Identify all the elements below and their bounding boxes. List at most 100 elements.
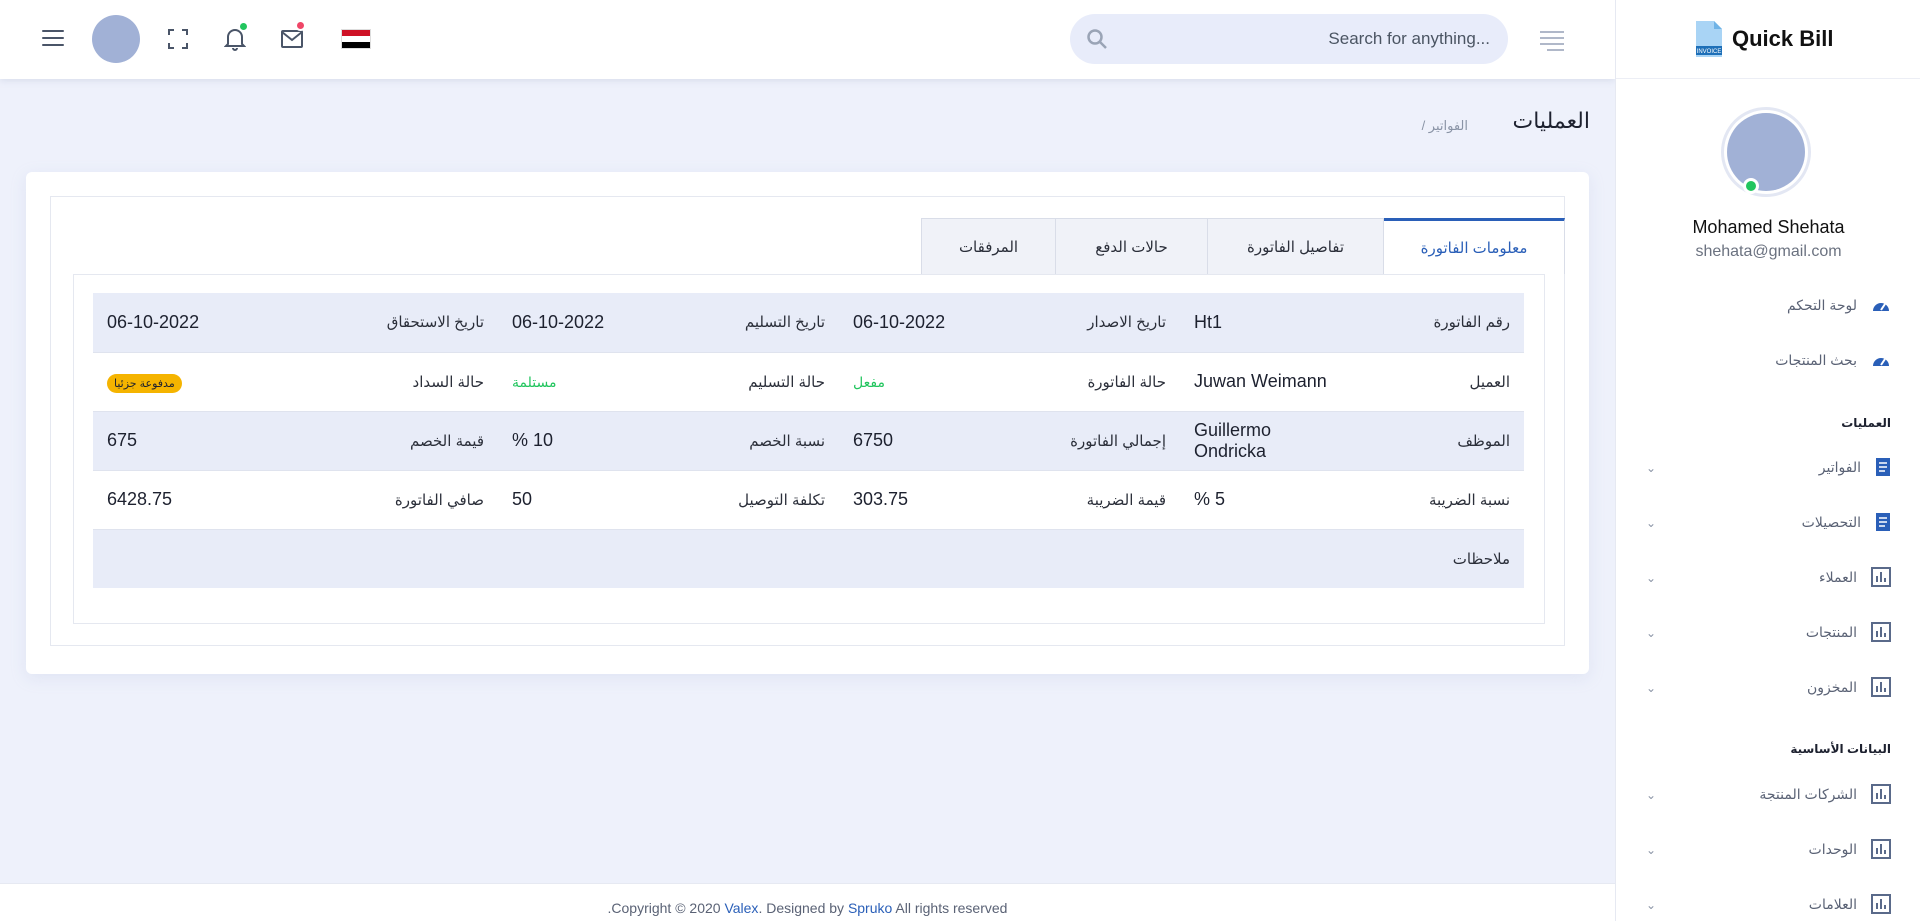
table-row: نسبة الضريبة 5 % قيمة الضريبة 303.75 تكل… [93,470,1524,530]
chart-icon [1871,839,1891,859]
sidebar-item-label: الشركات المنتجة [1759,785,1857,802]
label-discount-rate: نسبة الخصم [672,411,839,471]
chevron-down-icon[interactable]: ⌄ [1646,571,1656,585]
label-payment-status: حالة السداد [322,352,498,412]
sidebar-item-label: التحصيلات [1801,513,1861,530]
align-lines-icon[interactable] [1540,31,1564,55]
mail-dot [295,20,306,31]
table-row: رقم الفاتورة Ht1 تاريخ الاصدار 06-10-202… [93,293,1524,353]
sidebar-item-label: بحث المنتجات [1775,351,1857,368]
brand-name: Quick Bill [1732,26,1834,51]
sidebar-item-inventory[interactable]: المخزون ⌄ [1616,667,1920,707]
sidebar-item-collections[interactable]: التحصيلات ⌄ [1616,502,1920,542]
user-avatar[interactable] [92,15,140,63]
notification-bell-icon[interactable] [222,21,249,52]
tab-invoice-details[interactable]: تفاصيل الفاتورة [1207,218,1384,274]
tab-payment-status[interactable]: حالات الدفع [1055,218,1208,274]
value-invoice-number: Ht1 [1180,293,1357,353]
label-invoice-status: حالة الفاتورة [1014,352,1180,412]
speedometer-icon [1873,358,1889,366]
sidebar-item-product-search[interactable]: بحث المنتجات [1616,340,1920,380]
table-row: ملاحظات [93,529,1524,588]
sidebar-item-dashboard[interactable]: لوحة التحكم [1616,285,1920,325]
sidebar-item-label: المخزون [1806,678,1857,695]
sidebar-item-units[interactable]: الوحدات ⌄ [1616,829,1920,869]
notification-dot [238,21,249,32]
label-issue-date: تاريخ الاصدار [1014,293,1180,353]
value-discount-value: 675 [93,411,322,471]
value-tax-value: 303.75 [839,470,1014,530]
value-invoice-total: 6750 [839,411,1014,471]
tab-invoice-info[interactable]: معلومات الفاتورة [1383,218,1565,274]
online-status-dot [1743,178,1759,194]
chevron-down-icon[interactable]: ⌄ [1646,843,1656,857]
sidebar-item-manufacturers[interactable]: الشركات المنتجة ⌄ [1616,774,1920,814]
language-flag-icon[interactable] [341,29,371,49]
chart-icon [1871,622,1891,642]
brand[interactable]: INVOICE Quick Bill [1694,18,1833,60]
chevron-down-icon[interactable]: ⌄ [1646,788,1656,802]
value-net-total: 6428.75 [93,470,322,530]
page-title: العمليات [1512,108,1590,133]
sidebar-item-label: الوحدات [1808,840,1857,857]
invoice-logo-icon: INVOICE [1696,21,1722,57]
value-delivery-date: 06-10-2022 [498,293,672,353]
breadcrumb[interactable]: / الفواتير [1422,118,1468,134]
chevron-down-icon[interactable]: ⌄ [1646,516,1656,530]
tab-pane-invoice-info: رقم الفاتورة Ht1 تاريخ الاصدار 06-10-202… [73,274,1545,624]
value-discount-rate: 10 % [498,411,672,471]
label-invoice-number: رقم الفاتورة [1357,293,1524,353]
sidebar-item-label: لوحة التحكم [1786,296,1857,313]
status-delivered: مستلمة [512,374,557,390]
valex-link[interactable]: Valex [724,900,758,916]
label-net-total: صافي الفاتورة [322,470,498,530]
sidebar-item-label: الفواتير [1818,458,1861,475]
sidebar-item-invoices[interactable]: الفواتير ⌄ [1616,447,1920,487]
profile-email: shehata@gmail.com [1695,243,1842,260]
chevron-down-icon[interactable]: ⌄ [1646,461,1656,475]
value-tax-rate: 5 % [1180,470,1357,530]
spruko-link[interactable]: Spruko [848,900,892,916]
profile-name: Mohamed Shehata [1692,217,1845,237]
sidebar-item-brands[interactable]: العلامات ⌄ [1616,884,1920,921]
receipt-icon [1876,513,1890,531]
sidebar-item-label: المنتجات [1805,623,1857,640]
receipt-icon [1876,458,1890,476]
tab-attachments[interactable]: المرفقات [921,218,1056,274]
footer: .Copyright © 2020 Valex. Designed by Spr… [0,883,1615,921]
chart-icon [1871,894,1891,914]
status-badge: مدفوعة جزئيا [107,373,182,393]
label-tax-value: قيمة الضريبة [1014,470,1180,530]
mail-icon[interactable] [279,20,306,52]
label-delivery-cost: تكلفة التوصيل [672,470,839,530]
fullscreen-icon[interactable] [165,26,191,52]
label-employee: الموظف [1357,411,1524,471]
chart-icon [1871,784,1891,804]
chevron-down-icon[interactable]: ⌄ [1646,898,1656,912]
chevron-down-icon[interactable]: ⌄ [1646,681,1656,695]
footer-text: All rights reserved [892,900,1008,916]
sidebar-item-label: العملاء [1819,568,1857,585]
value-due-date: 06-10-2022 [93,293,322,353]
search-bar[interactable] [1070,14,1508,64]
menu-toggle-icon[interactable] [42,30,64,46]
chevron-down-icon[interactable]: ⌄ [1646,626,1656,640]
profile-avatar[interactable] [1721,107,1811,197]
sidebar-item-products[interactable]: المنتجات ⌄ [1616,612,1920,652]
search-input[interactable] [1120,14,1490,64]
label-discount-value: قيمة الخصم [322,411,498,471]
value-employee: Guillermo Ondricka [1180,411,1357,471]
label-delivery-status: حالة التسليم [672,352,839,412]
chart-icon [1871,567,1891,587]
chart-icon [1871,677,1891,697]
svg-text:INVOICE: INVOICE [1697,49,1722,55]
sidebar-item-clients[interactable]: العملاء ⌄ [1616,557,1920,597]
search-icon[interactable] [1086,28,1108,55]
sidebar-section-basic-data: البيانات الأساسية [1790,742,1891,756]
invoice-info-table: رقم الفاتورة Ht1 تاريخ الاصدار 06-10-202… [93,293,1524,588]
label-delivery-date: تاريخ التسليم [672,293,839,353]
tab-bar: معلومات الفاتورة تفاصيل الفاتورة حالات ا… [921,218,1565,274]
label-due-date: تاريخ الاستحقاق [322,293,498,353]
label-client: العميل [1357,352,1524,412]
value-issue-date: 06-10-2022 [839,293,1014,353]
